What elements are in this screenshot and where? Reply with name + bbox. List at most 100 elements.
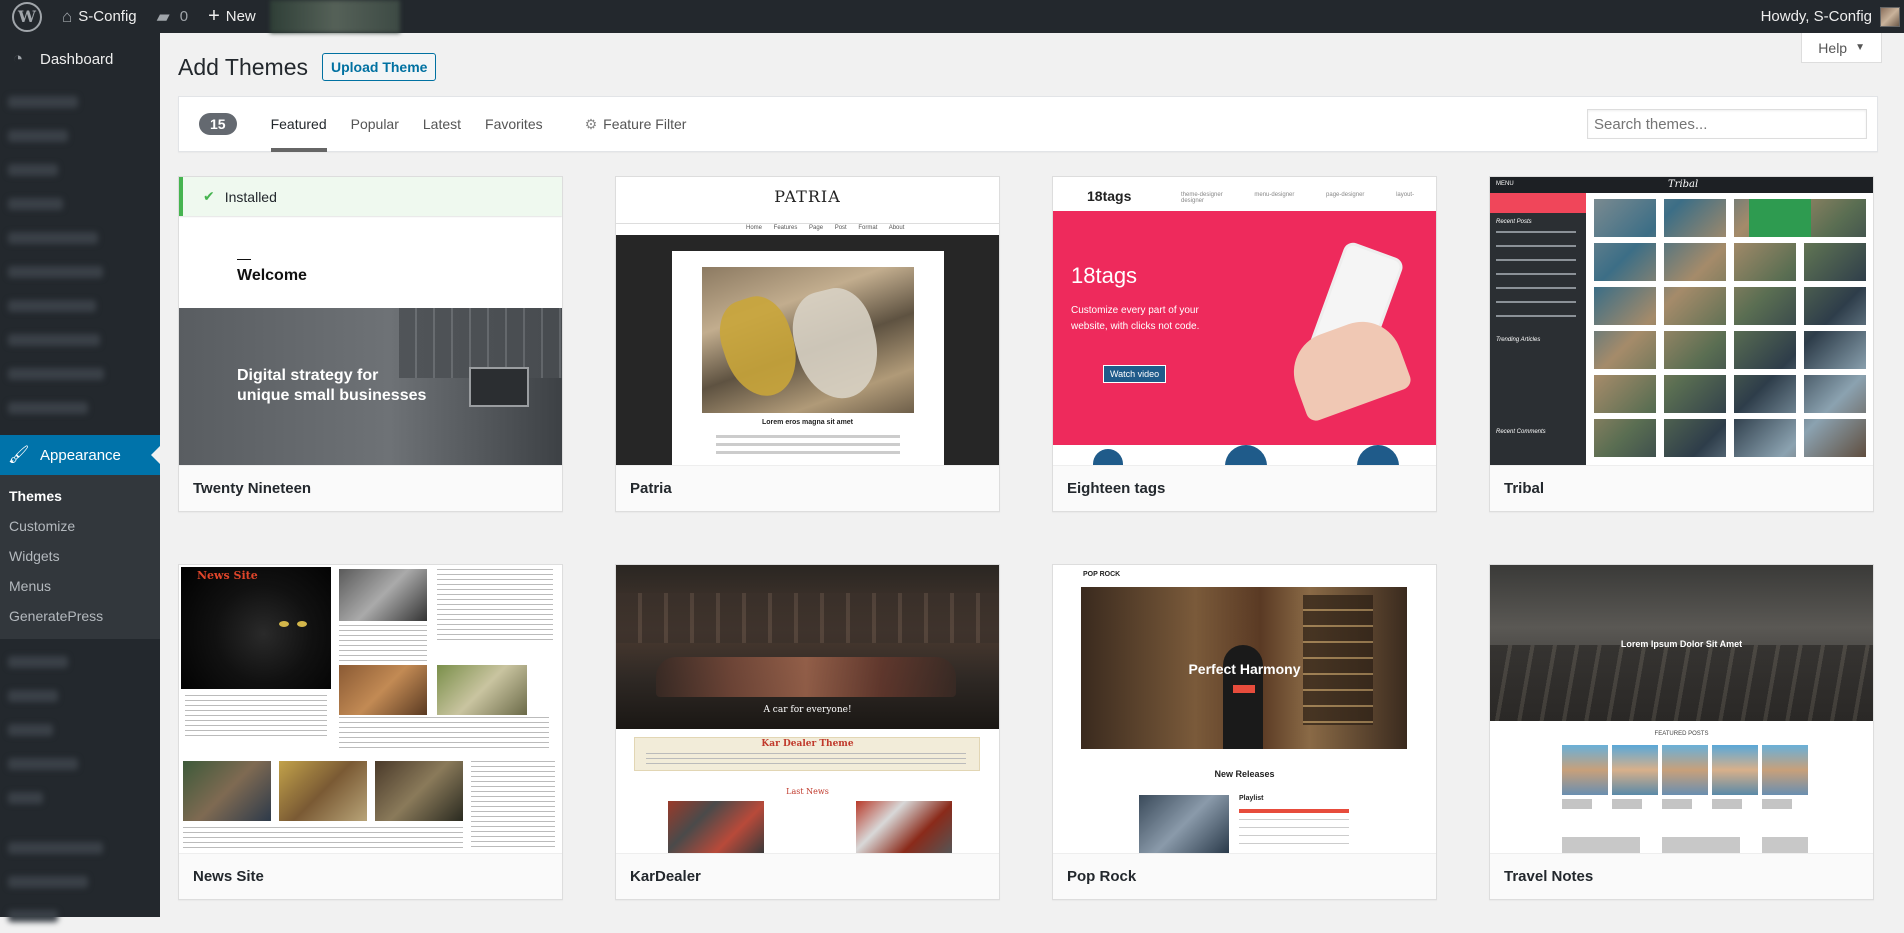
recent-posts-heading: Recent Posts (1496, 219, 1532, 225)
checkmark-icon: ✔ (203, 188, 215, 204)
page-title: Add Themes (178, 53, 308, 80)
submenu-item-customize[interactable]: Customize (0, 511, 160, 541)
pop-rock-logo: POP ROCK (1083, 571, 1121, 578)
help-tab-button[interactable]: Help ▼ (1801, 33, 1882, 63)
comments-link[interactable]: ▰ 0 (147, 0, 198, 33)
theme-screenshot[interactable]: News Site (179, 565, 562, 853)
new-content-menu[interactable]: + New (198, 0, 266, 33)
sidebar-item-redacted[interactable] (8, 747, 152, 781)
theme-card-news-site[interactable]: News Site News Site (178, 564, 563, 900)
search-themes-input[interactable] (1587, 109, 1867, 139)
theme-name: Twenty Nineteen (179, 465, 562, 511)
theme-screenshot[interactable]: 18tags theme-designer menu-designer page… (1053, 177, 1436, 465)
post-title: Lorem eros magna sit amet (761, 419, 854, 426)
wordpress-logo-icon: W (12, 1, 42, 32)
sidebar-item-redacted[interactable] (8, 831, 152, 865)
avatar (1880, 6, 1900, 27)
last-news-heading: Last News (786, 787, 829, 796)
theme-filter-bar: 15 Featured Popular Latest Favorites ⚙ F… (178, 96, 1878, 152)
featured-posts-heading: FEATURED POSTS (1654, 731, 1709, 737)
redacted-menu-item[interactable] (269, 0, 400, 33)
sidebar-item-redacted[interactable] (8, 645, 152, 679)
my-account-menu[interactable]: Howdy, S-Config (1751, 0, 1900, 33)
sidebar-item-label: Appearance (40, 446, 121, 464)
help-label: Help (1818, 39, 1848, 56)
theme-card-travel-notes[interactable]: Lorem Ipsum Dolor Sit Amet FEATURED POST… (1489, 564, 1874, 900)
sidebar-item-redacted[interactable] (8, 187, 152, 221)
sidebar-item-redacted[interactable] (8, 713, 152, 747)
theme-card-twenty-nineteen[interactable]: ✔ Installed Welcome Digital strategy for… (178, 176, 563, 512)
installed-notice: ✔ Installed (179, 177, 562, 216)
theme-name: Travel Notes (1490, 853, 1873, 899)
sidebar-item-redacted[interactable] (8, 899, 152, 933)
recent-comments-heading: Recent Comments (1496, 429, 1546, 435)
tab-latest[interactable]: Latest (411, 96, 473, 152)
paintbrush-icon: 🖌 (8, 445, 30, 464)
main-content: Help ▼ Add Themes Upload Theme 15 Featur… (160, 33, 1904, 917)
wordpress-logo-menu[interactable]: W (0, 0, 52, 33)
tab-featured[interactable]: Featured (259, 96, 339, 152)
sidebar-item-redacted[interactable] (8, 119, 152, 153)
eighteen-tags-logo: 18tags (1087, 188, 1132, 204)
theme-card-pop-rock[interactable]: POP ROCK Perfect Harmony New Releases Pl… (1052, 564, 1437, 900)
theme-name: News Site (179, 853, 562, 899)
theme-card-eighteen-tags[interactable]: 18tags theme-designer menu-designer page… (1052, 176, 1437, 512)
theme-card-patria[interactable]: PATRIA Home Features Page Post Format Ab… (615, 176, 1000, 512)
news-site-logo: News Site (197, 569, 258, 582)
sidebar-item-redacted[interactable] (8, 85, 152, 119)
sidebar-item-redacted[interactable] (8, 391, 152, 425)
comments-count: 0 (179, 8, 189, 25)
comment-icon: ▰ (156, 6, 170, 26)
sidebar-item-label: Dashboard (40, 50, 114, 68)
hero-title: Perfect Harmony (1188, 661, 1301, 677)
tab-popular[interactable]: Popular (339, 96, 411, 152)
hero-title: Lorem Ipsum Dolor Sit Amet (1620, 639, 1743, 649)
sidebar-item-dashboard[interactable]: ◔ Dashboard (0, 33, 160, 85)
tab-favorites[interactable]: Favorites (473, 96, 555, 152)
theme-screenshot[interactable]: Welcome Digital strategy for unique smal… (179, 177, 562, 465)
hero-sub-line1: Customize every part of your (1071, 305, 1199, 316)
sidebar-item-redacted[interactable] (8, 679, 152, 713)
theme-card-tribal[interactable]: MENU Tribal Recent Posts Trending Articl… (1489, 176, 1874, 512)
cat-image (181, 567, 331, 689)
sidebar-item-redacted[interactable] (8, 289, 152, 323)
kardealer-box-title: Kar Dealer Theme (761, 739, 854, 749)
theme-name: Tribal (1490, 465, 1873, 511)
theme-screenshot[interactable]: MENU Tribal Recent Posts Trending Articl… (1490, 177, 1873, 465)
installed-label: Installed (224, 188, 277, 205)
filter-tabs: Featured Popular Latest Favorites ⚙ Feat… (259, 96, 699, 152)
sidebar-item-redacted[interactable] (8, 153, 152, 187)
hero-headline: 18tags (1071, 263, 1138, 288)
submenu-item-generatepress[interactable]: GeneratePress (0, 601, 160, 631)
site-name-link[interactable]: ⌂ S-Config (52, 0, 147, 33)
feature-filter-button[interactable]: ⚙ Feature Filter (573, 96, 699, 152)
sidebar-item-appearance[interactable]: 🖌 Appearance (0, 435, 160, 475)
welcome-text: Welcome (237, 267, 307, 284)
theme-name: Eighteen tags (1053, 465, 1436, 511)
theme-name: Pop Rock (1053, 853, 1436, 899)
tribal-logo: Tribal (1668, 179, 1699, 190)
sidebar-item-redacted[interactable] (8, 357, 152, 391)
howdy-text: Howdy, S-Config (1760, 8, 1872, 25)
hero-caption: A car for everyone! (763, 705, 852, 715)
theme-name: Patria (616, 465, 999, 511)
sidebar-item-redacted[interactable] (8, 323, 152, 357)
theme-screenshot[interactable]: POP ROCK Perfect Harmony New Releases Pl… (1053, 565, 1436, 853)
triangle-down-icon: ▼ (1855, 42, 1865, 53)
submenu-item-widgets[interactable]: Widgets (0, 541, 160, 571)
theme-screenshot[interactable]: A car for everyone! Kar Dealer Theme Las… (616, 565, 999, 853)
submenu-item-menus[interactable]: Menus (0, 571, 160, 601)
menu-label: MENU (1496, 181, 1514, 187)
submenu-item-themes[interactable]: Themes (0, 481, 160, 511)
hero-tagline-line1: Digital strategy for (237, 367, 379, 384)
appearance-submenu: Themes Customize Widgets Menus GenerateP… (0, 475, 160, 639)
sidebar-item-redacted[interactable] (8, 221, 152, 255)
theme-card-kardealer[interactable]: A car for everyone! Kar Dealer Theme Las… (615, 564, 1000, 900)
theme-screenshot[interactable]: PATRIA Home Features Page Post Format Ab… (616, 177, 999, 465)
new-label: New (225, 8, 256, 25)
theme-screenshot[interactable]: Lorem Ipsum Dolor Sit Amet FEATURED POST… (1490, 565, 1873, 853)
sidebar-item-redacted[interactable] (8, 781, 152, 815)
sidebar-item-redacted[interactable] (8, 255, 152, 289)
upload-theme-button[interactable]: Upload Theme (321, 53, 437, 81)
sidebar-item-redacted[interactable] (8, 865, 152, 899)
